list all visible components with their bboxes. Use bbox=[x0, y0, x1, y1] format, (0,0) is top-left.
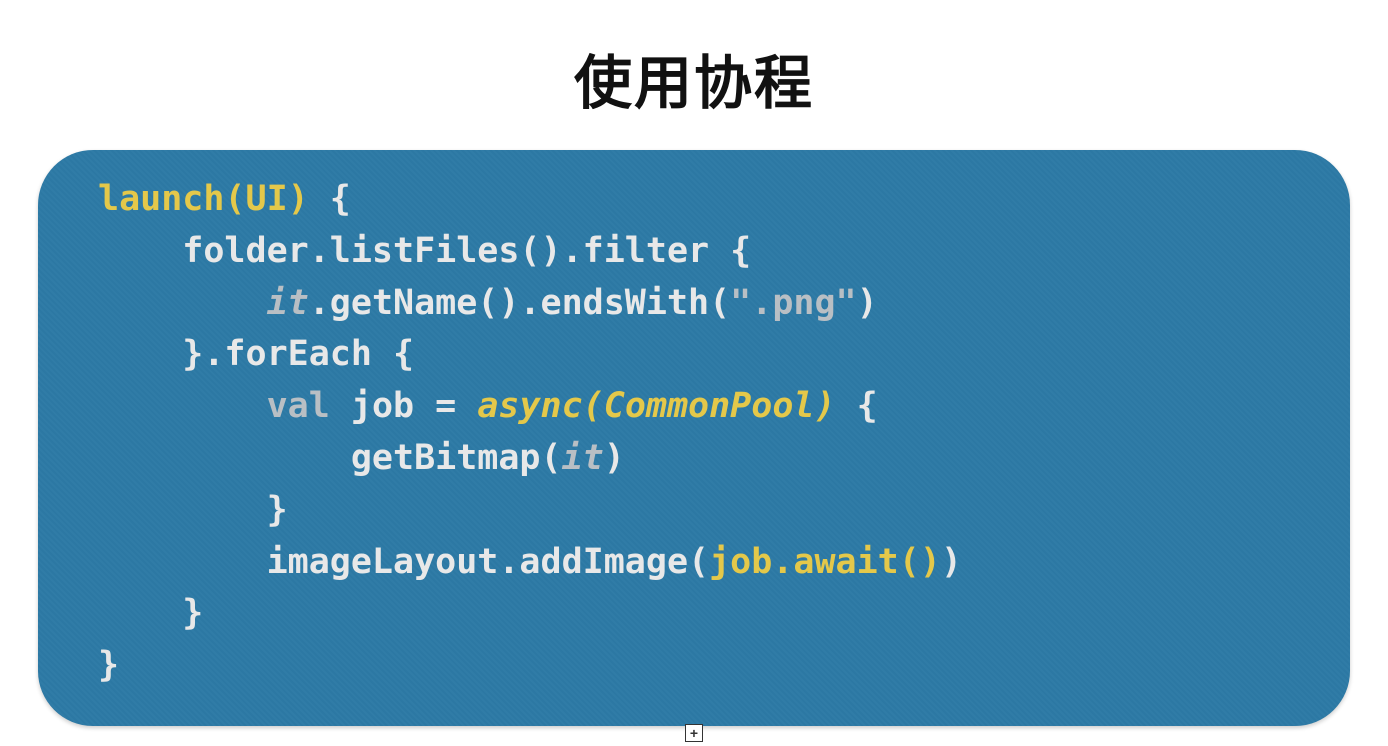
code-token: job = bbox=[330, 386, 478, 426]
code-token bbox=[98, 283, 267, 323]
code-token: launch(UI) bbox=[98, 179, 309, 219]
code-token: async(CommonPool) bbox=[477, 386, 835, 426]
code-token: }.forEach { bbox=[98, 334, 414, 374]
code-token: ".png" bbox=[730, 283, 856, 323]
code-token: imageLayout.addImage( bbox=[98, 542, 709, 582]
code-token: folder.listFiles().filter { bbox=[98, 231, 751, 271]
code-token: val bbox=[267, 386, 330, 426]
code-token: job.await() bbox=[709, 542, 941, 582]
code-token: } bbox=[98, 645, 119, 685]
code-token: { bbox=[309, 179, 351, 219]
code-token: } bbox=[98, 593, 203, 633]
code-token: { bbox=[836, 386, 878, 426]
slide: 使用协程 launch(UI) { folder.listFiles().fil… bbox=[0, 0, 1388, 746]
code-content: launch(UI) { folder.listFiles().filter {… bbox=[98, 174, 1290, 692]
code-token: it bbox=[562, 438, 604, 478]
code-token: .getName().endsWith( bbox=[309, 283, 730, 323]
slide-title: 使用协程 bbox=[0, 0, 1388, 120]
code-token: it bbox=[267, 283, 309, 323]
code-token: } bbox=[98, 490, 288, 530]
code-token: ) bbox=[857, 283, 878, 323]
code-block: launch(UI) { folder.listFiles().filter {… bbox=[38, 150, 1350, 726]
code-token: ) bbox=[941, 542, 962, 582]
code-token bbox=[98, 386, 267, 426]
expand-icon[interactable] bbox=[685, 724, 703, 742]
code-token: getBitmap( bbox=[98, 438, 562, 478]
code-token: ) bbox=[604, 438, 625, 478]
